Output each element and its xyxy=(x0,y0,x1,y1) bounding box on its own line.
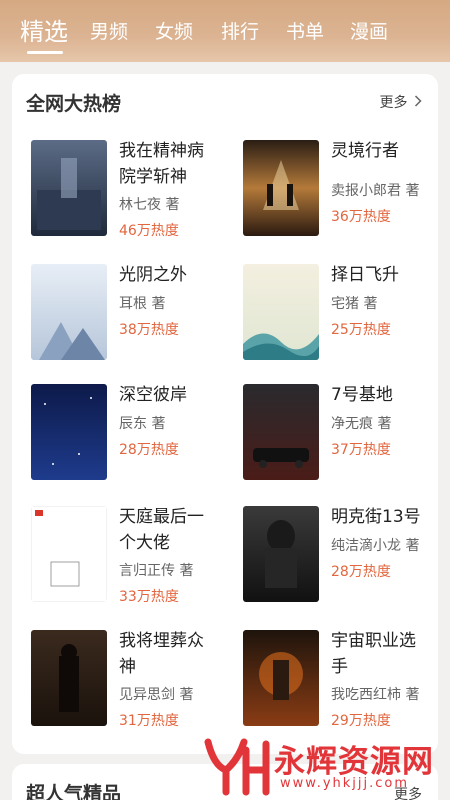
book-heat: 36万热度 xyxy=(331,209,391,225)
book-title: 光阴之外 xyxy=(119,265,187,285)
chevron-right-icon xyxy=(414,92,422,114)
book-author: 卖报小郎君 著 xyxy=(331,183,420,199)
book-title: 深空彼岸 xyxy=(119,385,187,405)
tab-male[interactable]: 男频 xyxy=(90,18,128,46)
book-author: 林七夜 著 xyxy=(119,197,180,213)
book-heat: 31万热度 xyxy=(119,713,179,729)
book-author: 辰东 著 xyxy=(119,416,166,432)
book-item[interactable]: 灵境行者 卖报小郎君 著 36万热度 xyxy=(243,140,450,238)
tab-featured[interactable]: 精选 xyxy=(20,15,68,49)
book-title: 我将埋葬众神 xyxy=(119,631,204,677)
tab-ranking[interactable]: 排行 xyxy=(221,18,259,46)
book-heat: 29万热度 xyxy=(331,713,391,729)
book-title: 天庭最后一个大佬 xyxy=(119,507,204,553)
book-heat: 46万热度 xyxy=(119,223,179,239)
book-author: 言归正传 著 xyxy=(119,563,194,579)
book-author: 我吃西红柿 著 xyxy=(331,687,420,703)
book-cover xyxy=(31,630,107,726)
book-item[interactable]: 宇宙职业选手 我吃西红柿 著 29万热度 xyxy=(243,630,450,729)
book-cover xyxy=(31,264,107,360)
watermark-url: www.yhkjjj.com xyxy=(280,776,410,791)
book-title: 宇宙职业选手 xyxy=(331,631,416,677)
book-cover xyxy=(31,140,107,236)
tab-female[interactable]: 女频 xyxy=(155,18,193,46)
section-title: 超人气精品 xyxy=(26,783,122,800)
book-title: 明克街13号 xyxy=(331,507,421,527)
section-title: 全网大热榜 xyxy=(26,93,122,115)
active-tab-indicator xyxy=(27,51,63,54)
book-item[interactable]: 光阴之外 耳根 著 38万热度 xyxy=(31,264,241,362)
more-label: 更多 xyxy=(379,95,408,111)
book-cover xyxy=(31,384,107,480)
book-heat: 33万热度 xyxy=(119,589,179,605)
book-cover xyxy=(243,506,319,602)
book-author: 纯洁滴小龙 著 xyxy=(331,538,420,554)
book-item[interactable]: 天庭最后一个大佬 言归正传 著 33万热度 xyxy=(31,506,241,605)
book-heat: 38万热度 xyxy=(119,322,179,338)
book-title: 7号基地 xyxy=(331,385,393,405)
book-item[interactable]: 我将埋葬众神 见异思剑 著 31万热度 xyxy=(31,630,241,729)
book-author: 净无痕 著 xyxy=(331,416,392,432)
book-author: 宅猪 著 xyxy=(331,296,378,312)
book-heat: 25万热度 xyxy=(331,322,391,338)
watermark: 永辉资源网 www.yhkjjj.com xyxy=(198,732,450,800)
book-item[interactable]: 择日飞升 宅猪 著 25万热度 xyxy=(243,264,450,362)
book-item[interactable]: 我在精神病院学斩神 林七夜 著 46万热度 xyxy=(31,140,241,239)
book-cover xyxy=(243,264,319,360)
hot-list-card: 全网大热榜 更多 我在精神病院学斩神 林七夜 著 46万热度 灵境行者 卖报小郎… xyxy=(12,74,438,754)
category-tabs: 精选 男频 女频 排行 书单 漫画 xyxy=(0,0,450,62)
book-author: 见异思剑 著 xyxy=(119,687,194,703)
book-item[interactable]: 深空彼岸 辰东 著 28万热度 xyxy=(31,384,241,482)
book-cover xyxy=(243,384,319,480)
book-title: 灵境行者 xyxy=(331,141,399,161)
book-heat: 28万热度 xyxy=(331,564,391,580)
book-heat: 37万热度 xyxy=(331,442,391,458)
book-heat: 28万热度 xyxy=(119,442,179,458)
book-author: 耳根 著 xyxy=(119,296,166,312)
book-title: 择日飞升 xyxy=(331,265,399,285)
book-cover xyxy=(31,506,107,602)
book-cover xyxy=(243,630,319,726)
book-item[interactable]: 7号基地 净无痕 著 37万热度 xyxy=(243,384,450,482)
watermark-name: 永辉资源网 xyxy=(274,744,434,780)
book-item[interactable]: 明克街13号 纯洁滴小龙 著 28万热度 xyxy=(243,506,450,604)
tab-comics[interactable]: 漫画 xyxy=(350,18,388,46)
watermark-logo-icon xyxy=(204,738,270,796)
more-link[interactable]: 更多 xyxy=(380,92,422,114)
book-title: 我在精神病院学斩神 xyxy=(119,141,204,187)
book-cover xyxy=(243,140,319,236)
tab-booklist[interactable]: 书单 xyxy=(286,18,324,46)
